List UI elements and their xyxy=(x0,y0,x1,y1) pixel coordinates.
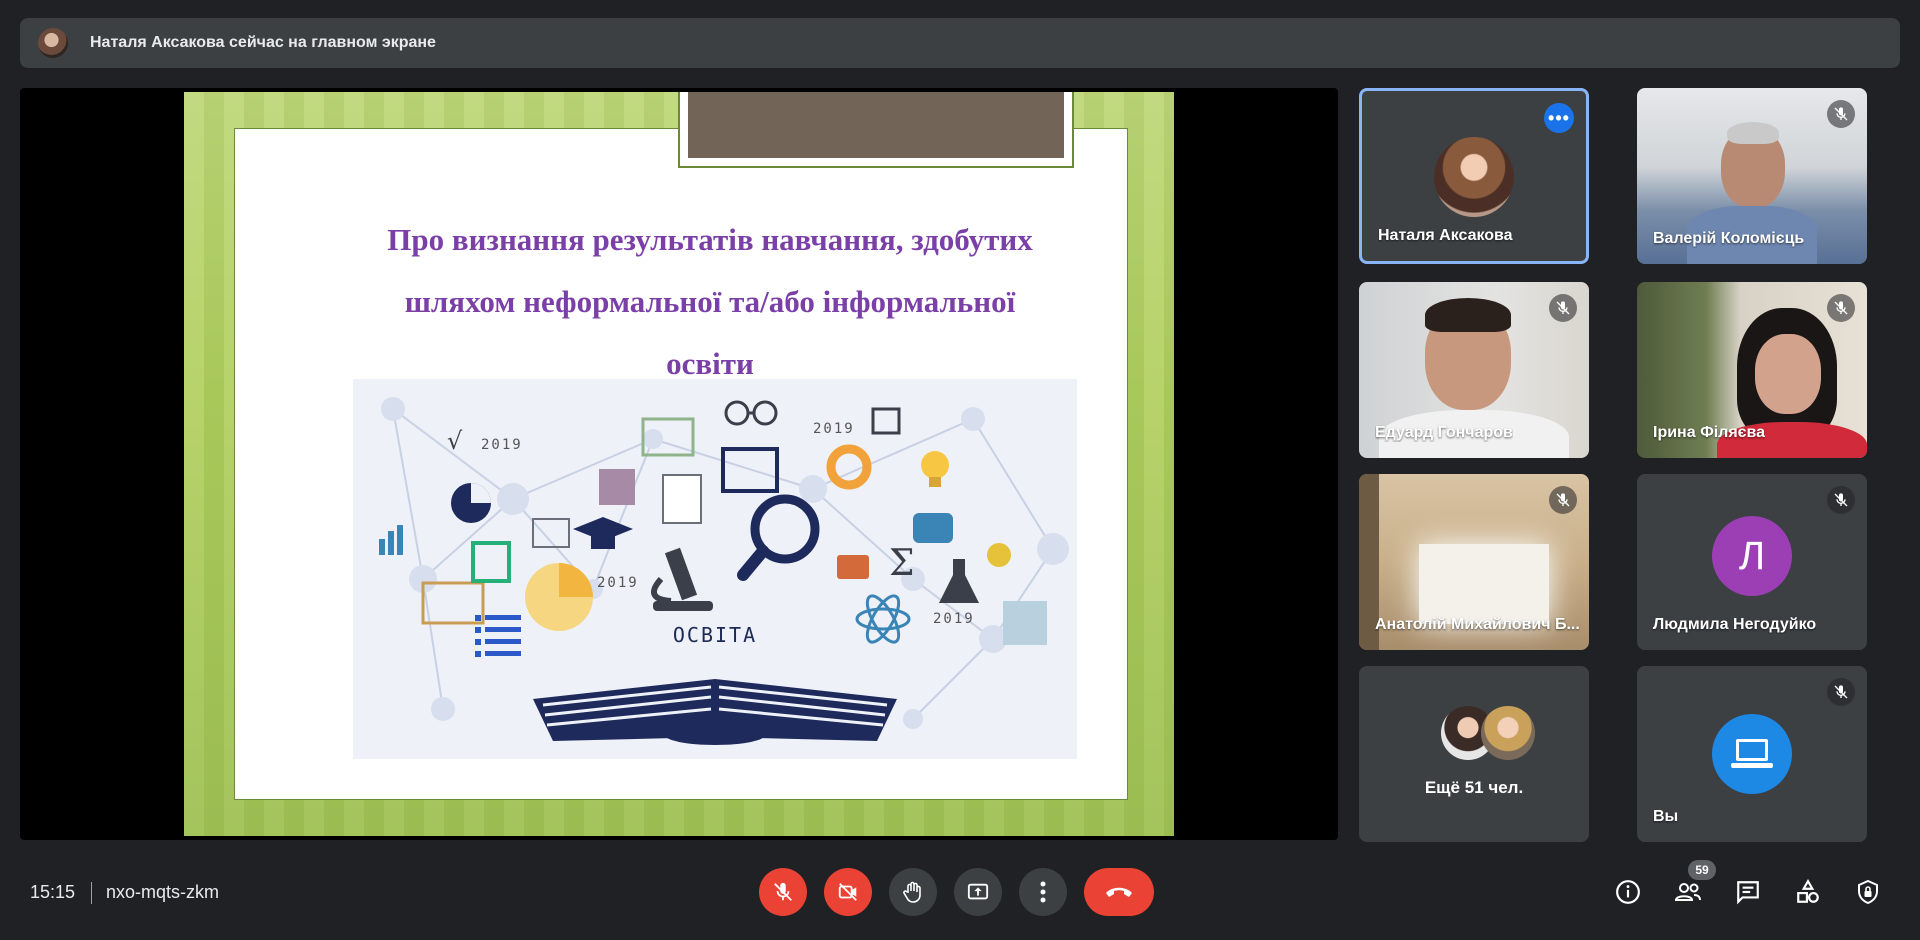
shared-slide: Про визнання результатів навчання, здобу… xyxy=(184,92,1174,836)
slide-content-frame: Про визнання результатів навчання, здобу… xyxy=(234,128,1128,800)
laptop-icon xyxy=(1712,714,1792,794)
participant-name: Людмила Негодуйко xyxy=(1653,616,1817,633)
presenting-banner: Наталя Аксакова сейчас на главном экране xyxy=(20,18,1900,68)
illustration-year-2: 2019 xyxy=(813,421,855,437)
others-count: Ещё 51 чел. xyxy=(1424,778,1524,797)
meeting-details-button[interactable] xyxy=(1608,872,1648,912)
participant-tile-eduard[interactable]: Едуард Гончаров xyxy=(1359,282,1589,458)
presentation-stage[interactable]: Про визнання результатів навчання, здобу… xyxy=(20,88,1338,840)
divider xyxy=(91,882,92,904)
mic-toggle-button[interactable] xyxy=(759,868,807,916)
present-screen-icon xyxy=(967,883,989,900)
present-screen-button[interactable] xyxy=(954,868,1002,916)
mic-off-icon xyxy=(1827,100,1855,128)
svg-text:√: √ xyxy=(447,427,463,455)
hand-raise-icon xyxy=(903,881,921,903)
participant-avatar xyxy=(1434,137,1514,217)
activities-icon xyxy=(1797,879,1819,903)
participant-tile-iryna[interactable]: Ірина Філяєва xyxy=(1637,282,1867,458)
participant-name: Анатолій Михайлович Б... xyxy=(1375,616,1580,633)
participant-tile-self[interactable]: Вы xyxy=(1637,666,1867,842)
more-options-icon[interactable]: ••• xyxy=(1544,103,1574,133)
mic-off-icon xyxy=(1827,486,1855,514)
participant-initial-avatar: Л xyxy=(1712,516,1792,596)
participant-name: Ірина Філяєва xyxy=(1653,424,1766,441)
meeting-code[interactable]: nxo-mqts-zkm xyxy=(106,882,219,903)
mic-off-icon xyxy=(1549,294,1577,322)
meeting-clock: 15:15 xyxy=(30,882,76,902)
slide-title: Про визнання результатів навчання, здобу… xyxy=(345,209,1075,395)
illustration-year-3: 2019 xyxy=(597,575,639,591)
illustration-caption: ОСВІТА xyxy=(672,623,758,647)
slide-photo xyxy=(678,92,1074,168)
participant-tile-natalia[interactable]: ••• Наталя Аксакова xyxy=(1359,88,1589,264)
camera-toggle-button[interactable] xyxy=(824,868,872,916)
slide-title-line-1: Про визнання результатів навчання, здобу… xyxy=(387,222,1033,257)
illustration-year-1: 2019 xyxy=(481,437,523,453)
bottom-toolbar: 15:15 nxo-mqts-zkm 59 xyxy=(0,860,1920,940)
host-controls-icon xyxy=(1858,879,1878,905)
mic-off-icon xyxy=(1827,678,1855,706)
more-vert-icon xyxy=(1040,881,1046,903)
people-count-badge: 59 xyxy=(1688,860,1716,880)
participant-name: Валерій Коломієць xyxy=(1653,230,1805,247)
slide-title-line-2: шляхом неформальної та/або інформальної xyxy=(404,284,1016,319)
participant-tile-others[interactable]: Ещё 51 чел. xyxy=(1359,666,1589,842)
chat-icon xyxy=(1737,881,1759,905)
chat-button[interactable] xyxy=(1728,872,1768,912)
presenting-banner-text: Наталя Аксакова сейчас на главном экране xyxy=(90,34,436,51)
participant-name: Наталя Аксакова xyxy=(1378,227,1513,244)
participant-tile-valerii[interactable]: Валерій Коломієць xyxy=(1637,88,1867,264)
participant-tile-liudmyla[interactable]: Л Людмила Негодуйко xyxy=(1637,474,1867,650)
mic-off-icon xyxy=(774,882,792,901)
participant-tile-anatolii[interactable]: Анатолій Михайлович Б... xyxy=(1359,474,1589,650)
info-icon xyxy=(1616,880,1640,904)
leave-call-button[interactable] xyxy=(1084,868,1154,916)
participant-name: Едуард Гончаров xyxy=(1375,424,1513,441)
mic-off-icon xyxy=(1827,294,1855,322)
participant-name: Вы xyxy=(1653,808,1679,825)
more-options-button[interactable] xyxy=(1019,868,1067,916)
host-controls-button[interactable] xyxy=(1848,872,1888,912)
videocam-off-icon xyxy=(838,883,857,901)
network-background: Σ √ xyxy=(379,397,1069,745)
education-illustration: Σ √ 2019 2019 2019 2019 ОСВІТА xyxy=(353,379,1077,759)
raise-hand-button[interactable] xyxy=(889,868,937,916)
mic-off-icon xyxy=(1549,486,1577,514)
svg-text:Σ: Σ xyxy=(889,543,914,584)
presenter-avatar xyxy=(38,28,68,58)
people-icon xyxy=(1674,883,1701,901)
call-end-icon xyxy=(1106,887,1132,897)
others-avatar-2 xyxy=(1481,706,1535,760)
activities-button[interactable] xyxy=(1788,872,1828,912)
